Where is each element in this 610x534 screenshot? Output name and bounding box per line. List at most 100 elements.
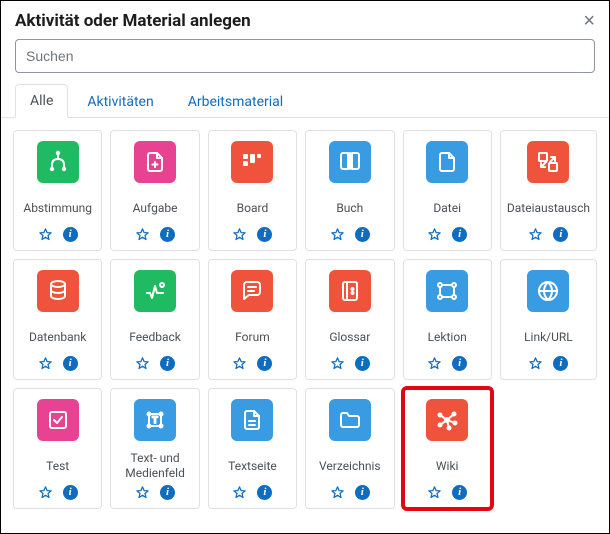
- tile-grid: AbstimmungiAufgabeiBoardiBuchiDateiiDate…: [13, 130, 597, 509]
- star-button[interactable]: [330, 485, 345, 500]
- star-button[interactable]: [427, 356, 442, 371]
- tab-activities[interactable]: Aktivitäten: [72, 85, 168, 118]
- tile-actions: i: [232, 356, 272, 371]
- close-icon: ×: [583, 10, 595, 32]
- info-button[interactable]: i: [257, 356, 272, 371]
- tile-actions: i: [232, 485, 272, 500]
- glossar-icon: [329, 270, 371, 312]
- tile-buch[interactable]: Buchi: [305, 130, 394, 251]
- choice-icon: [37, 141, 79, 183]
- dialog-header: Aktivität oder Material anlegen ×: [1, 1, 609, 39]
- tile-datenbank[interactable]: Datenbanki: [13, 259, 102, 380]
- star-button[interactable]: [232, 356, 247, 371]
- tile-actions: i: [38, 227, 78, 242]
- info-button[interactable]: i: [553, 227, 568, 242]
- star-button[interactable]: [135, 356, 150, 371]
- tab-all[interactable]: Alle: [15, 84, 68, 118]
- tile-glossar[interactable]: Glossar i: [305, 259, 394, 380]
- info-button[interactable]: i: [257, 227, 272, 242]
- tile-linkurl[interactable]: Link/URLi: [500, 259, 597, 380]
- quiz-icon: [37, 399, 79, 441]
- tile-abstimmung[interactable]: Abstimmungi: [13, 130, 102, 251]
- info-button[interactable]: i: [160, 356, 175, 371]
- tile-board[interactable]: Boardi: [208, 130, 297, 251]
- tile-dateiaustausch[interactable]: Dateiaustausch i: [500, 130, 597, 251]
- label-icon: T: [134, 399, 176, 441]
- star-button[interactable]: [330, 356, 345, 371]
- star-button[interactable]: [427, 227, 442, 242]
- tile-label: Textseite: [226, 451, 279, 481]
- star-button[interactable]: [135, 227, 150, 242]
- board-icon: [231, 141, 273, 183]
- info-button[interactable]: i: [257, 485, 272, 500]
- star-button[interactable]: [528, 227, 543, 242]
- tile-actions: i: [427, 227, 467, 242]
- tab-resources[interactable]: Arbeitsmaterial: [173, 85, 298, 118]
- tile-test[interactable]: Test i: [13, 388, 102, 509]
- tile-actions: i: [427, 356, 467, 371]
- tile-forum[interactable]: Forum i: [208, 259, 297, 380]
- forum-icon: [231, 270, 273, 312]
- star-button[interactable]: [330, 227, 345, 242]
- info-button[interactable]: i: [160, 485, 175, 500]
- star-button[interactable]: [232, 485, 247, 500]
- svg-text:T: T: [152, 415, 158, 425]
- info-button[interactable]: i: [553, 356, 568, 371]
- tile-aufgabe[interactable]: Aufgabe i: [110, 130, 199, 251]
- info-button[interactable]: i: [452, 356, 467, 371]
- tile-feedback[interactable]: Feedback i: [110, 259, 199, 380]
- tile-label: Forum: [233, 322, 272, 352]
- tile-datei[interactable]: Datei i: [403, 130, 492, 251]
- tile-label: Lektion: [426, 322, 469, 352]
- info-button[interactable]: i: [355, 485, 370, 500]
- tile-verzeichnis[interactable]: Verzeichnis i: [305, 388, 394, 509]
- info-button[interactable]: i: [355, 227, 370, 242]
- star-button[interactable]: [135, 485, 150, 500]
- grid-wrap: AbstimmungiAufgabeiBoardiBuchiDateiiDate…: [1, 118, 609, 533]
- tile-label: Verzeichnis: [317, 451, 383, 481]
- tile-textmedien[interactable]: TText- und Medienfeldi: [110, 388, 199, 509]
- tile-actions: i: [38, 356, 78, 371]
- tile-label: Dateiaustausch: [505, 193, 592, 223]
- dialog-title: Aktivität oder Material anlegen: [15, 11, 251, 31]
- close-button[interactable]: ×: [583, 11, 595, 31]
- activity-chooser-dialog: Aktivität oder Material anlegen × Alle A…: [1, 1, 609, 533]
- tile-lektion[interactable]: Lektion i: [403, 259, 492, 380]
- tile-label: Test: [44, 451, 71, 481]
- star-button[interactable]: [38, 356, 53, 371]
- info-button[interactable]: i: [160, 227, 175, 242]
- star-button[interactable]: [528, 356, 543, 371]
- tile-actions: i: [38, 485, 78, 500]
- info-button[interactable]: i: [63, 227, 78, 242]
- info-button[interactable]: i: [355, 356, 370, 371]
- tile-label: Wiki: [434, 451, 461, 481]
- wiki-icon: [426, 399, 468, 441]
- star-button[interactable]: [232, 227, 247, 242]
- info-button[interactable]: i: [63, 356, 78, 371]
- tile-actions: i: [427, 485, 467, 500]
- star-button[interactable]: [38, 485, 53, 500]
- info-button[interactable]: i: [452, 227, 467, 242]
- url-icon: [527, 270, 569, 312]
- info-button[interactable]: i: [452, 485, 467, 500]
- tile-label: Datei: [431, 193, 463, 223]
- tile-label: Glossar: [327, 322, 372, 352]
- tile-wiki[interactable]: Wiki i: [403, 388, 492, 509]
- tile-actions: i: [330, 485, 370, 500]
- file-icon: [426, 141, 468, 183]
- feedback-icon: [134, 270, 176, 312]
- tile-label: Aufgabe: [131, 193, 180, 223]
- tile-actions: i: [528, 356, 568, 371]
- tile-actions: i: [330, 227, 370, 242]
- star-button[interactable]: [38, 227, 53, 242]
- tile-textseite[interactable]: Textseite i: [208, 388, 297, 509]
- search-input[interactable]: [15, 39, 595, 73]
- tile-actions: i: [232, 227, 272, 242]
- tabs: Alle Aktivitäten Arbeitsmaterial: [1, 83, 609, 118]
- assign-icon: [134, 141, 176, 183]
- exchange-icon: [527, 141, 569, 183]
- star-button[interactable]: [427, 485, 442, 500]
- page-icon: [231, 399, 273, 441]
- tile-label: Feedback: [127, 322, 183, 352]
- info-button[interactable]: i: [63, 485, 78, 500]
